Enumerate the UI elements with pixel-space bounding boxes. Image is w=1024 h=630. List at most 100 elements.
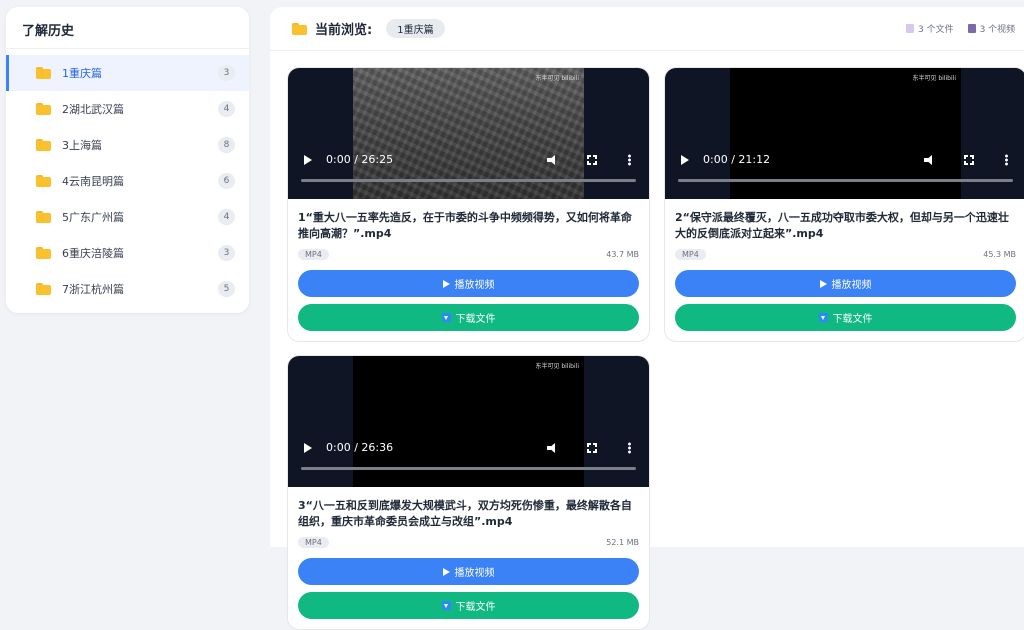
file-size: 43.7 MB [606,250,639,259]
video-controls: 0:00 / 26:25 [288,152,649,172]
folder-icon [292,22,307,35]
video-controls: 0:00 / 21:12 [665,152,1024,172]
volume-icon[interactable] [547,443,559,453]
folder-icon [36,211,51,223]
file-size: 52.1 MB [606,538,639,547]
video-card: 东半可见 bilibili 0:00 / 21:12 2“保守派最终覆灭，八一五… [664,67,1024,342]
current-browse-label: 当前浏览: [315,23,373,38]
folder-icon [36,139,51,151]
file-meta: MP4 43.7 MB [298,245,639,267]
video-time: 0:00 / 26:36 [326,441,394,454]
browse-header: 当前浏览: 1重庆篇 3 个文件 3 个视频 [270,7,1024,51]
header-stats: 3 个文件 3 个视频 [906,22,1015,35]
download-icon [441,601,451,610]
play-icon[interactable] [304,155,312,165]
sidebar-item-label: 1重庆篇 [62,67,102,80]
video-card: 东半可见 bilibili 0:00 / 26:25 1“重大八一五率先造反，在… [287,67,650,342]
card-body: 1“重大八一五率先造反，在于市委的斗争中频频得势，又如何将革命推向高潮？”.mp… [288,199,649,341]
video-watermark: 东半可见 bilibili [535,363,579,370]
folder-icon [36,283,51,295]
volume-icon[interactable] [924,155,936,165]
count-badge: 3 [218,245,235,261]
sidebar-item-label: 7浙江杭州篇 [62,283,124,296]
file-count: 3 个文件 [918,25,954,35]
download-file-label: 下载文件 [832,314,873,325]
play-video-label: 播放视频 [831,280,872,291]
fullscreen-icon[interactable] [963,154,977,168]
card-body: 3“八一五和反到底爆发大规模武斗，双方均死伤惨重，最终解散各自组织，重庆市革命委… [288,487,649,629]
history-sidebar: 了解历史 1重庆篇 3 2湖北武汉篇 4 3上海篇 8 4云南昆明篇 6 5广东… [6,7,249,313]
download-icon [441,313,451,322]
file-meta: MP4 52.1 MB [298,533,639,555]
sidebar-item-hubei-wuhan[interactable]: 2湖北武汉篇 4 [6,91,249,127]
file-title: 1“重大八一五率先造反，在于市委的斗争中频频得势，又如何将革命推向高潮？”.mp… [298,211,632,240]
more-options-icon[interactable] [1005,154,1008,166]
fullscreen-icon[interactable] [586,154,600,168]
sidebar-item-label: 3上海篇 [62,139,102,152]
file-title: 3“八一五和反到底爆发大规模武斗，双方均死伤惨重，最终解散各自组织，重庆市革命委… [298,499,632,528]
play-icon[interactable] [304,443,312,453]
play-video-button[interactable]: 播放视频 [298,558,639,585]
sidebar-item-guangdong-guangzhou[interactable]: 5广东广州篇 4 [6,199,249,235]
sidebar-title: 了解历史 [6,7,249,49]
play-icon[interactable] [681,155,689,165]
card-body: 2“保守派最终覆灭，八一五成功夺取市委大权，但却与另一个迅速壮大的反倒底派对立起… [665,199,1024,341]
video-progress-bar[interactable] [301,467,636,470]
count-badge: 4 [218,101,235,117]
play-video-button[interactable]: 播放视频 [675,270,1016,297]
file-icon [906,24,914,33]
sidebar-item-label: 6重庆涪陵篇 [62,247,124,260]
more-options-icon[interactable] [628,154,631,166]
fullscreen-icon[interactable] [586,442,600,456]
format-badge: MP4 [675,249,706,260]
file-meta: MP4 45.3 MB [675,245,1016,267]
file-count-stat: 3 个文件 [906,22,954,35]
play-icon [442,567,450,576]
count-badge: 4 [218,209,235,225]
play-video-button[interactable]: 播放视频 [298,270,639,297]
folder-icon [36,103,51,115]
download-file-button[interactable]: 下载文件 [298,592,639,619]
play-video-label: 播放视频 [454,568,495,579]
volume-icon[interactable] [547,155,559,165]
folder-icon [36,67,51,79]
video-progress-bar[interactable] [678,179,1013,182]
sidebar-list: 1重庆篇 3 2湖北武汉篇 4 3上海篇 8 4云南昆明篇 6 5广东广州篇 4… [6,49,249,307]
video-progress-bar[interactable] [301,179,636,182]
count-badge: 3 [218,65,235,81]
video-player[interactable]: 东半可见 bilibili 0:00 / 21:12 [665,68,1024,199]
sidebar-item-yunnan-kunming[interactable]: 4云南昆明篇 6 [6,163,249,199]
folder-icon [36,247,51,259]
video-player[interactable]: 东半可见 bilibili 0:00 / 26:36 [288,356,649,487]
video-controls: 0:00 / 26:36 [288,440,649,460]
video-watermark: 东半可见 bilibili [535,75,579,82]
sidebar-item-shanghai[interactable]: 3上海篇 8 [6,127,249,163]
count-badge: 8 [218,137,235,153]
count-badge: 6 [218,173,235,189]
file-title: 2“保守派最终覆灭，八一五成功夺取市委大权，但却与另一个迅速壮大的反倒底派对立起… [675,211,1009,240]
current-folder-badge: 1重庆篇 [386,19,445,38]
count-badge: 5 [218,281,235,297]
download-file-button[interactable]: 下载文件 [298,304,639,331]
sidebar-item-zhejiang-hangzhou[interactable]: 7浙江杭州篇 5 [6,271,249,307]
video-time: 0:00 / 21:12 [703,153,771,166]
video-watermark: 东半可见 bilibili [912,75,956,82]
folder-icon [36,175,51,187]
download-file-label: 下载文件 [455,314,496,325]
video-card: 东半可见 bilibili 0:00 / 26:36 3“八一五和反到底爆发大规… [287,355,650,630]
sidebar-item-chongqing-fuling[interactable]: 6重庆涪陵篇 3 [6,235,249,271]
video-icon [967,24,976,33]
sidebar-item-label: 2湖北武汉篇 [62,103,124,116]
sidebar-item-chongqing[interactable]: 1重庆篇 3 [6,55,249,91]
file-size: 45.3 MB [983,250,1016,259]
play-video-label: 播放视频 [454,280,495,291]
play-icon [819,279,827,288]
play-icon [442,279,450,288]
more-options-icon[interactable] [628,442,631,454]
sidebar-item-label: 4云南昆明篇 [62,175,124,188]
download-file-label: 下载文件 [455,602,496,613]
video-count: 3 个视频 [979,25,1016,35]
video-player[interactable]: 东半可见 bilibili 0:00 / 26:25 [288,68,649,199]
download-file-button[interactable]: 下载文件 [675,304,1016,331]
video-count-stat: 3 个视频 [967,22,1016,35]
